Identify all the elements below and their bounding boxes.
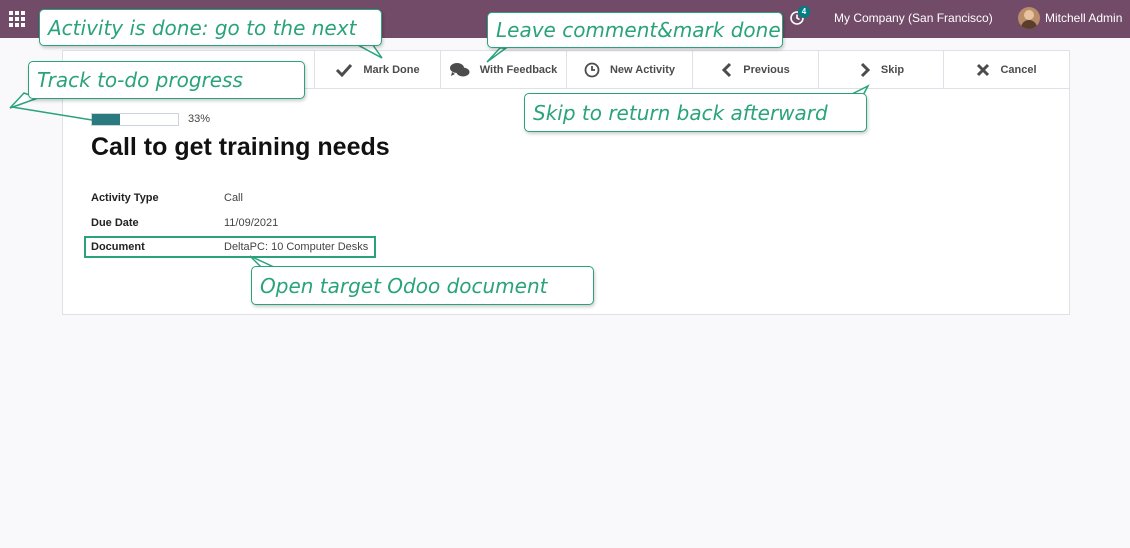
apps-grid-icon[interactable] (9, 11, 25, 27)
callout-skip-back: Skip to return back afterward (524, 93, 867, 132)
document-link[interactable]: DeltaPC: 10 Computer Desks (224, 241, 368, 253)
callout-done-next: Activity is done: go to the next (39, 9, 382, 46)
clock-icon (584, 62, 600, 78)
progress-percent: 33% (188, 113, 211, 125)
chevron-left-icon (722, 62, 732, 78)
activity-type-label: Activity Type (91, 192, 159, 204)
previous-button[interactable]: Previous (692, 51, 818, 89)
user-avatar[interactable] (1018, 7, 1040, 29)
progress-bar (91, 113, 179, 126)
callout-track-progress: Track to-do progress (28, 61, 305, 99)
mark-done-label: Mark Done (363, 64, 420, 76)
with-feedback-button[interactable]: With Feedback (440, 51, 566, 89)
skip-label: Skip (880, 64, 905, 76)
activity-type-value: Call (224, 192, 243, 204)
new-activity-button[interactable]: New Activity (566, 51, 692, 89)
due-date-value: 11/09/2021 (224, 217, 279, 229)
check-icon (336, 63, 353, 77)
due-date-label: Due Date (91, 217, 139, 229)
activity-count-badge: 4 (798, 6, 810, 18)
skip-button[interactable]: Skip (818, 51, 944, 89)
cancel-button[interactable]: Cancel (943, 51, 1069, 89)
user-menu[interactable]: Mitchell Admin (1045, 11, 1122, 25)
close-icon (977, 63, 990, 77)
cancel-label: Cancel (1000, 64, 1037, 76)
previous-label: Previous (743, 64, 790, 76)
comments-icon (449, 63, 470, 77)
new-activity-label: New Activity (609, 64, 675, 76)
with-feedback-label: With Feedback (479, 64, 558, 76)
document-label: Document (91, 241, 145, 253)
company-switcher[interactable]: My Company (San Francisco) (834, 11, 993, 25)
callout-open-document: Open target Odoo document (251, 266, 594, 305)
progress-bar-fill (92, 114, 121, 125)
callout-comment-done: Leave comment&mark done (487, 12, 783, 48)
chevron-right-icon (860, 62, 870, 78)
activity-title: Call to get training needs (91, 133, 390, 161)
mark-done-button[interactable]: Mark Done (314, 51, 440, 89)
